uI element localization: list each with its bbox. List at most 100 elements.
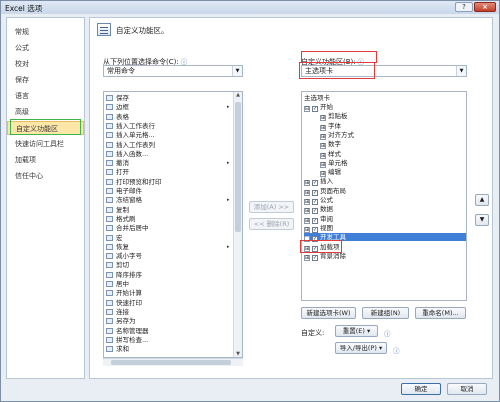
command-item[interactable]: 合并后居中 [106,224,149,232]
command-item[interactable]: 插入工作表行 [106,122,155,130]
tree-tab-item[interactable]: ⊟ ✓ 开始 [304,103,333,112]
command-item[interactable]: 居中 [106,280,129,288]
expand-icon[interactable]: ⊞ [320,161,326,168]
sidebar-item-advanced[interactable]: 高级 [7,105,84,119]
tree-tab-item[interactable]: ⊞ ✓ 数据 [304,205,333,215]
ribbon-tree[interactable]: 主选项卡 ⊟ ✓ 开始 ⊞ 剪贴板 ⊞ 字体 ⊞ 对齐方式 ⊞ 数字 ⊞ 样式 ⊞ 单元格 ⊞ 编辑 ⊞ ✓ 插入 ⊞ ✓… [301,91,467,301]
command-item[interactable]: 恢复 ▸ [106,243,230,251]
tab-checkbox[interactable]: ✓ [312,217,318,224]
command-icon [106,215,113,222]
command-item[interactable]: 撤消 ▸ [106,159,230,167]
commands-list[interactable]: 保存 边框 ▸ 表格 插入工作表行 插入单元格... 插入工作表列 插入函数... 撤消 ▸ 打开打… [103,91,243,358]
tree-group-item[interactable]: ⊞ 编辑 [320,168,341,178]
command-item[interactable]: 插入工作表列 [106,141,155,149]
expand-icon[interactable]: ⊞ [320,115,326,122]
new-group-button[interactable]: 新建组(N) [362,307,409,319]
tree-group-item[interactable]: ⊞ 数字 [320,140,341,150]
command-item[interactable]: 降序排序 [106,271,142,279]
new-tab-button[interactable]: 新建选项卡(W) [301,307,356,319]
command-item[interactable]: 电子邮件 [106,187,142,195]
sidebar-item-general[interactable]: 常规 [7,25,84,39]
sidebar-item-trust-center[interactable]: 信任中心 [7,169,84,183]
scroll-down-icon[interactable]: ▼ [234,351,242,357]
move-up-button[interactable]: ▲ [475,194,489,206]
tree-group-item[interactable]: ⊞ 剪贴板 [320,112,348,122]
move-down-button[interactable]: ▼ [475,214,489,226]
command-item[interactable]: 表格 [106,113,129,121]
command-item[interactable]: 插入函数... [106,150,148,158]
command-item[interactable]: 打印预览和打印 [106,178,162,186]
command-item[interactable]: 复制 [106,206,129,214]
scroll-up-icon[interactable]: ▲ [234,92,242,100]
expand-icon[interactable]: ⊞ [304,226,310,233]
add-button[interactable]: 添加(A) >> [249,201,294,213]
command-item[interactable]: 连接 [106,308,129,316]
expand-icon[interactable]: ⊞ [304,208,310,215]
sidebar-item-quick-access-toolbar[interactable]: 快速访问工具栏 [7,137,84,151]
sidebar-item-proofing[interactable]: 校对 [7,57,84,71]
help-button[interactable]: ? [455,2,473,12]
command-item[interactable]: 边框 ▸ [106,103,230,111]
tree-tab-item[interactable]: ⊞ ✓ 视图 [304,224,333,233]
tab-checkbox[interactable]: ✓ [312,189,318,196]
sidebar-item-add-ins[interactable]: 加载项 [7,153,84,167]
close-button[interactable]: × [474,2,496,12]
expand-icon[interactable]: ⊞ [320,152,326,159]
collapse-icon[interactable]: ⊟ [304,106,310,112]
expand-icon[interactable]: ⊞ [304,199,310,205]
tree-tab-item[interactable]: ⊞ ✓ 审阅 [304,215,333,224]
command-item[interactable]: 格式刷 [106,215,136,223]
command-item[interactable]: 打开 [106,168,129,176]
expand-icon[interactable]: ⊞ [304,180,310,187]
command-item[interactable]: 插入单元格... [106,131,155,139]
tree-tab-item[interactable]: ⊞ ✓ 公式 [304,196,333,205]
commands-list-scrollbar[interactable]: ▲ ▼ [233,92,242,357]
command-item[interactable]: 拼写检查... [106,336,148,344]
command-item[interactable]: 宏 [106,234,123,242]
tree-group-item[interactable]: ⊞ 单元格 [320,159,348,168]
commands-source-select[interactable]: 常用命令 ▼ [103,65,243,77]
sidebar-item-formulas[interactable]: 公式 [7,41,84,55]
expand-icon[interactable]: ⊞ [320,143,326,150]
scrollbar-thumb[interactable] [235,102,241,232]
sidebar-item-language[interactable]: 语言 [7,89,84,103]
command-item[interactable]: 名称管理器 [106,327,149,335]
remove-button[interactable]: << 删除(R) [249,218,294,230]
expand-icon[interactable]: ⊞ [320,133,326,140]
tab-checkbox[interactable]: ✓ [312,199,318,205]
scrollbar-thumb[interactable] [111,360,231,365]
import-export-button[interactable]: 导入/导出(P) ▾ [335,342,387,354]
tab-checkbox[interactable]: ✓ [312,106,318,112]
expand-icon[interactable]: ⊞ [304,189,310,196]
tree-item-label: 样式 [328,149,341,158]
tab-checkbox[interactable]: ✓ [312,180,318,187]
tab-checkbox[interactable]: ✓ [312,226,318,233]
expand-icon[interactable]: ⊞ [320,124,326,131]
tree-group-item[interactable]: ⊞ 字体 [320,122,341,131]
tree-tab-item[interactable]: ⊞ ✓ 页面布局 [304,186,346,196]
command-item[interactable]: 求和 [106,345,129,353]
tree-group-item[interactable]: ⊞ 样式 [320,149,341,159]
tab-checkbox[interactable]: ✓ [312,208,318,215]
command-item[interactable]: 剪切 [106,261,129,269]
command-item[interactable]: 快速打印 [106,299,142,307]
command-item[interactable]: 开始计算 [106,289,142,297]
ok-button[interactable]: 确定 [401,383,441,395]
command-item[interactable]: 另存为 [106,317,136,325]
command-item[interactable]: 保存 [106,94,129,102]
tree-group-item[interactable]: ⊞ 对齐方式 [320,131,354,140]
expand-icon[interactable]: ⊞ [304,254,310,261]
command-item[interactable]: 冻结窗格 ▸ [106,196,230,204]
command-item[interactable]: 减小字号 [106,252,142,260]
rename-button[interactable]: 重命名(M)... [415,307,466,319]
expand-icon[interactable]: ⊞ [304,217,310,224]
tree-item-label: 页面布局 [320,186,346,195]
tree-tab-item[interactable]: ⊞ ✓ 插入 [304,177,333,187]
cancel-button[interactable]: 取消 [447,383,487,395]
command-label: 居中 [116,280,129,288]
command-icon [106,327,113,334]
sidebar-item-save[interactable]: 保存 [7,73,84,87]
commands-list-hscrollbar[interactable] [103,358,243,366]
reset-button[interactable]: 重置(E) ▾ [335,325,378,337]
tab-checkbox[interactable]: ✓ [312,254,318,261]
